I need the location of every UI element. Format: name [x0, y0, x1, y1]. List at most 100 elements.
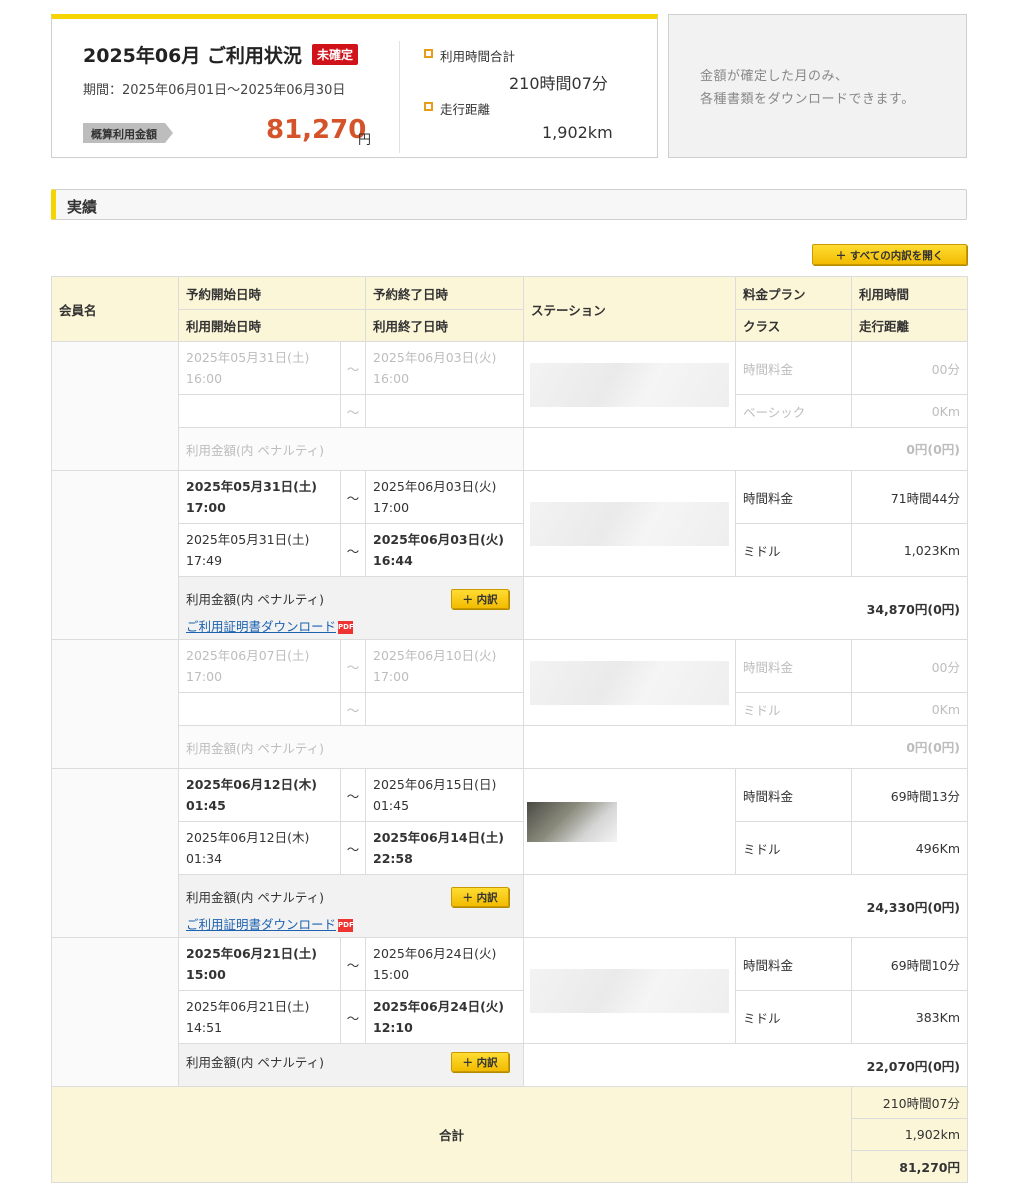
header-member: 会員名	[51, 276, 179, 342]
distance-cell: 496Km	[851, 821, 969, 875]
header-reserve-end: 予約終了日時	[365, 276, 525, 310]
station-cell	[523, 470, 737, 577]
total-amount: 81,270円	[851, 1150, 969, 1183]
table-row: 2025年06月21日(土) 15:00 ～ 2025年06月24日(火) 15:0…	[51, 937, 969, 1087]
results-table: 会員名 予約開始日時 予約終了日時 ステーション 料金プラン 利用時間 利用開始…	[50, 276, 969, 1183]
tilde: ～	[339, 692, 367, 726]
download-notice: 金額が確定した月のみ、 各種書類をダウンロードできます。	[668, 14, 967, 158]
detail-button[interactable]: ＋ 内訳	[451, 1052, 510, 1072]
reserve-end-cell: 2025年06月15日(日) 01:45	[365, 768, 525, 822]
member-name-cell	[51, 768, 179, 938]
table-row: 2025年05月31日(土) 17:00 ～ 2025年06月03日(火) 17:0…	[51, 470, 969, 640]
penalty-label: 利用金額(内 ペナルティ)	[186, 890, 324, 905]
time-cell: 00分	[851, 341, 969, 395]
use-end-cell: 2025年06月03日(火) 16:44	[365, 523, 525, 577]
distance-label: 走行距離	[440, 102, 491, 117]
class-cell: ミドル	[735, 821, 853, 875]
distance-cell: 0Km	[851, 692, 969, 726]
detail-button[interactable]: ＋ 内訳	[451, 589, 510, 609]
penalty-cell: ＋ 内訳 利用金額(内 ペナルティ) ご利用証明書ダウンロード PDF	[177, 576, 525, 640]
station-cell	[523, 639, 737, 726]
summary-divider	[399, 41, 400, 153]
header-use-start: 利用開始日時	[177, 309, 367, 342]
status-badge: 未確定	[312, 44, 359, 65]
penalty-cell: ＋ 内訳 利用金額(内 ペナルティ)	[177, 1043, 525, 1087]
amount-cell: 34,870円(0円)	[523, 576, 969, 640]
table-row: 2025年05月31日(土) 16:00 ～ 2025年06月03日(火) 16:0…	[51, 341, 969, 471]
reserve-start-cell: 2025年06月07日(土) 17:00	[178, 639, 341, 693]
reserve-start-cell: 2025年06月12日(木) 01:45	[178, 768, 341, 822]
plan-cell: 時間料金	[735, 341, 853, 395]
header-row: 利用開始日時 利用終了日時 クラス 走行距離	[52, 309, 969, 342]
station-photo	[530, 968, 730, 1013]
header-row: 会員名 予約開始日時 予約終了日時 ステーション 料金プラン 利用時間	[51, 276, 969, 342]
member-name-cell	[51, 937, 179, 1087]
penalty-label: 利用金額(内 ペナルティ)	[186, 1055, 324, 1070]
use-end-cell	[365, 692, 525, 726]
reserve-start-cell: 2025年05月31日(土) 16:00	[178, 341, 341, 395]
section-title: 実績	[67, 198, 98, 216]
reserve-end-cell: 2025年06月10日(火) 17:00	[365, 639, 525, 693]
amount-cell: 0円(0円)	[523, 427, 969, 471]
station-cell	[523, 768, 737, 875]
header-distance: 走行距離	[851, 309, 969, 342]
penalty-label: 利用金額(内 ペナルティ)	[186, 592, 324, 607]
header-plan: 料金プラン	[735, 276, 853, 310]
tilde: ～	[339, 470, 367, 524]
use-start-cell: 2025年06月12日(木) 01:34	[178, 821, 341, 875]
estimated-amount-label: 概算利用金額	[83, 123, 173, 143]
station-photo	[530, 501, 730, 546]
tilde: ～	[339, 394, 367, 428]
use-start-cell	[178, 692, 341, 726]
distance-cell: 383Km	[851, 990, 969, 1044]
pdf-icon: PDF	[338, 919, 354, 932]
detail-button[interactable]: ＋ 内訳	[451, 887, 510, 907]
member-name-cell	[51, 470, 179, 640]
table-row: 2025年06月12日(木) 01:45 ～ 2025年06月15日(日) 01:4…	[51, 768, 969, 938]
amount-cell: 0円(0円)	[523, 725, 969, 769]
amount-cell: 24,330円(0円)	[523, 874, 969, 938]
plan-cell: 時間料金	[735, 639, 853, 693]
class-cell: ミドル	[735, 990, 853, 1044]
notice-line-1: 金額が確定した月のみ、	[700, 69, 849, 84]
use-start-cell: 2025年05月31日(土) 17:49	[178, 523, 341, 577]
use-start-cell	[178, 394, 341, 428]
usage-summary-card: 2025年06月 ご利用状況 未確定 期間：2025年06月01日～2025年0…	[51, 14, 658, 158]
class-cell: ミドル	[735, 692, 853, 726]
time-cell: 69時間13分	[851, 768, 969, 822]
summary-period: 期間：2025年06月01日～2025年06月30日	[83, 83, 346, 98]
certificate-download-link[interactable]: ご利用証明書ダウンロード PDF	[186, 616, 523, 635]
distance-value: 1,902km	[542, 123, 613, 142]
total-time: 210時間07分	[851, 1086, 969, 1119]
plan-cell: 時間料金	[735, 470, 853, 524]
amount-cell: 22,070円(0円)	[523, 1043, 969, 1087]
member-name-cell	[51, 341, 179, 471]
station-photo	[527, 801, 618, 842]
plus-icon: ＋	[835, 250, 850, 262]
reserve-end-cell: 2025年06月03日(火) 17:00	[365, 470, 525, 524]
distance-cell: 1,023Km	[851, 523, 969, 577]
table-row: 2025年06月07日(土) 17:00 ～ 2025年06月10日(火) 17:0…	[51, 639, 969, 769]
plan-cell: 時間料金	[735, 937, 853, 991]
tilde: ～	[339, 821, 367, 875]
header-time: 利用時間	[851, 276, 969, 310]
use-end-cell: 2025年06月24日(火) 12:10	[365, 990, 525, 1044]
time-cell: 00分	[851, 639, 969, 693]
use-end-cell: 2025年06月14日(土) 22:58	[365, 821, 525, 875]
penalty-cell: ＋ 内訳 利用金額(内 ペナルティ) ご利用証明書ダウンロード PDF	[177, 874, 525, 938]
total-distance: 1,902km	[851, 1118, 969, 1151]
use-end-cell	[365, 394, 525, 428]
penalty-label: 利用金額(内 ペナルティ)	[177, 427, 525, 471]
use-start-cell: 2025年06月21日(土) 14:51	[178, 990, 341, 1044]
square-bullet-icon	[424, 102, 433, 111]
total-row: 合計 210時間07分 1,902km 81,270円	[50, 1086, 969, 1183]
certificate-download-link[interactable]: ご利用証明書ダウンロード PDF	[186, 914, 523, 933]
member-name-cell	[51, 639, 179, 769]
station-photo	[530, 660, 730, 705]
expand-all-button[interactable]: ＋ すべての内訳を開く	[812, 244, 967, 265]
square-bullet-icon	[424, 49, 433, 58]
notice-line-2: 各種書類をダウンロードできます。	[700, 92, 915, 107]
header-station: ステーション	[523, 276, 737, 342]
summary-title: 2025年06月 ご利用状況	[83, 45, 302, 67]
tilde: ～	[339, 937, 367, 991]
